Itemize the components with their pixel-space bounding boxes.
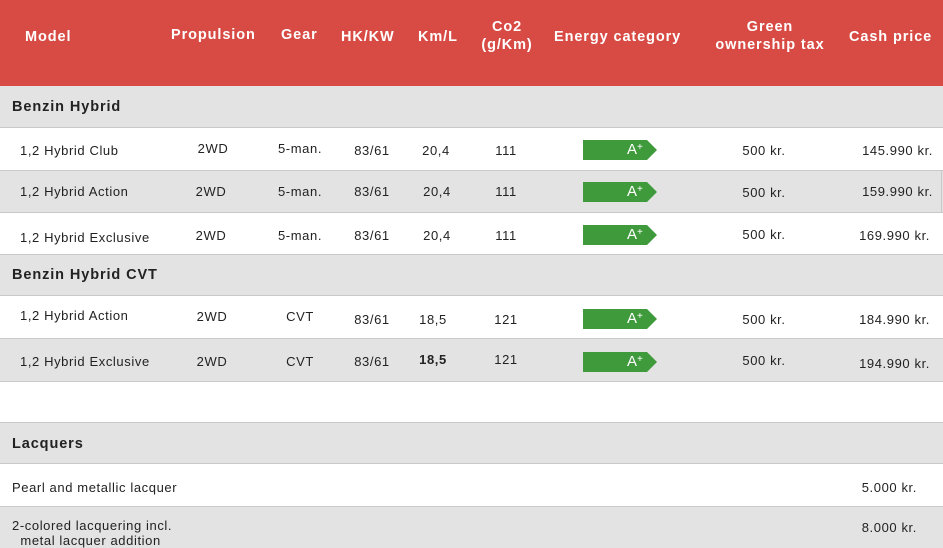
- lacquer-price: 8.000 kr.: [861, 520, 917, 535]
- cell-co2: 121: [494, 352, 518, 367]
- table-row: 1,2 Hybrid Exclusive 2WD CVT 83/61 18,5 …: [0, 339, 943, 381]
- lacquer-label: 2-colored lacquering incl. metal lacquer…: [12, 518, 173, 548]
- cell-green-tax: 500 kr.: [742, 312, 786, 327]
- cell-propulsion: 2WD: [196, 309, 228, 324]
- cell-green-tax: 500 kr.: [742, 143, 786, 158]
- energy-label-badge: A+: [583, 182, 657, 202]
- energy-arrow-icon: [583, 309, 657, 329]
- cell-propulsion: 2WD: [197, 141, 229, 156]
- cell-green-tax: 500 kr.: [742, 227, 786, 242]
- table-row: 1,2 Hybrid Club 2WD 5-man. 83/61 20,4 11…: [0, 128, 943, 170]
- energy-label-badge: A+: [583, 140, 657, 160]
- cell-cash-price: 145.990 kr.: [862, 143, 933, 158]
- header-cash-price: Cash price: [849, 29, 933, 45]
- header-propulsion: Propulsion: [171, 27, 256, 43]
- table-header: Model Propulsion Gear HK/KW Km/L Co2 (g/…: [0, 0, 943, 86]
- group-title: Benzin Hybrid CVT: [12, 267, 158, 283]
- energy-rating: A+: [627, 141, 643, 158]
- energy-rating: A+: [627, 226, 643, 243]
- cell-hk-kw: 83/61: [354, 143, 390, 158]
- group-title: Benzin Hybrid: [12, 99, 122, 115]
- cell-cash-price: 194.990 kr.: [859, 356, 930, 371]
- cell-km-l: 18,5: [419, 352, 447, 367]
- header-energy-category: Energy category: [554, 29, 682, 45]
- cell-hk-kw: 83/61: [354, 312, 390, 327]
- cell-gear: 5-man.: [277, 228, 323, 243]
- cell-propulsion: 2WD: [195, 228, 227, 243]
- header-km-l: Km/L: [418, 29, 458, 45]
- cell-model: 1,2 Hybrid Action: [20, 308, 129, 323]
- cell-cash-price: 159.990 kr.: [862, 184, 933, 199]
- header-green-ownership-tax: Green ownership tax: [715, 19, 825, 53]
- lacquer-price: 5.000 kr.: [861, 480, 917, 495]
- lacquer-label: Pearl and metallic lacquer: [12, 480, 178, 495]
- cell-model: 1,2 Hybrid Exclusive: [20, 354, 150, 369]
- energy-arrow-icon: [583, 225, 657, 245]
- group-header-benzin-hybrid-cvt: Benzin Hybrid CVT: [0, 255, 943, 295]
- cell-km-l: 20,4: [422, 143, 450, 158]
- energy-arrow-icon: [583, 182, 657, 202]
- energy-rating: A+: [627, 183, 643, 200]
- cell-km-l: 20,4: [423, 228, 451, 243]
- cell-model: 1,2 Hybrid Exclusive: [20, 230, 150, 245]
- energy-label-badge: A+: [583, 225, 657, 245]
- cell-gear: CVT: [286, 309, 314, 324]
- cell-model: 1,2 Hybrid Action: [20, 184, 129, 199]
- header-model: Model: [25, 29, 72, 45]
- header-co2: Co2 (g/Km): [481, 19, 533, 53]
- table-row: 1,2 Hybrid Exclusive 2WD 5-man. 83/61 20…: [0, 213, 943, 254]
- cell-propulsion: 2WD: [196, 354, 228, 369]
- table-row: 1,2 Hybrid Action 2WD CVT 83/61 18,5 121…: [0, 296, 943, 338]
- cell-gear: 5-man.: [277, 141, 323, 156]
- header-gear: Gear: [281, 27, 318, 43]
- cell-green-tax: 500 kr.: [742, 353, 786, 368]
- cell-hk-kw: 83/61: [354, 184, 390, 199]
- header-hk-kw: HK/KW: [341, 29, 395, 45]
- energy-label-badge: A+: [583, 352, 657, 372]
- cell-cash-price: 184.990 kr.: [859, 312, 930, 327]
- cell-hk-kw: 83/61: [354, 354, 390, 369]
- energy-label-badge: A+: [583, 309, 657, 329]
- cell-co2: 111: [495, 184, 517, 199]
- cell-cash-price: 169.990 kr.: [859, 228, 930, 243]
- group-header-benzin-hybrid: Benzin Hybrid: [0, 86, 943, 127]
- cell-hk-kw: 83/61: [354, 228, 390, 243]
- cell-co2: 121: [494, 312, 518, 327]
- group-title: Lacquers: [12, 436, 84, 452]
- cell-co2: 111: [495, 143, 517, 158]
- table-row: Pearl and metallic lacquer 5.000 kr.: [0, 464, 943, 506]
- energy-arrow-icon: [583, 352, 657, 372]
- energy-arrow-icon: [583, 140, 657, 160]
- table-row: 1,2 Hybrid Action 2WD 5-man. 83/61 20,4 …: [0, 171, 943, 212]
- cell-model: 1,2 Hybrid Club: [20, 143, 119, 158]
- table-row: 2-colored lacquering incl. metal lacquer…: [0, 507, 943, 548]
- energy-rating: A+: [627, 353, 643, 370]
- row-edge: [941, 171, 942, 212]
- cell-gear: 5-man.: [277, 184, 323, 199]
- spacer: [0, 382, 943, 422]
- cell-propulsion: 2WD: [195, 184, 227, 199]
- cell-green-tax: 500 kr.: [742, 185, 786, 200]
- price-list-page: Model Propulsion Gear HK/KW Km/L Co2 (g/…: [0, 0, 943, 548]
- cell-co2: 111: [495, 228, 517, 243]
- cell-km-l: 20,4: [423, 184, 451, 199]
- energy-rating: A+: [627, 310, 643, 327]
- group-header-lacquers: Lacquers: [0, 423, 943, 463]
- cell-km-l: 18,5: [419, 312, 447, 327]
- cell-gear: CVT: [286, 354, 314, 369]
